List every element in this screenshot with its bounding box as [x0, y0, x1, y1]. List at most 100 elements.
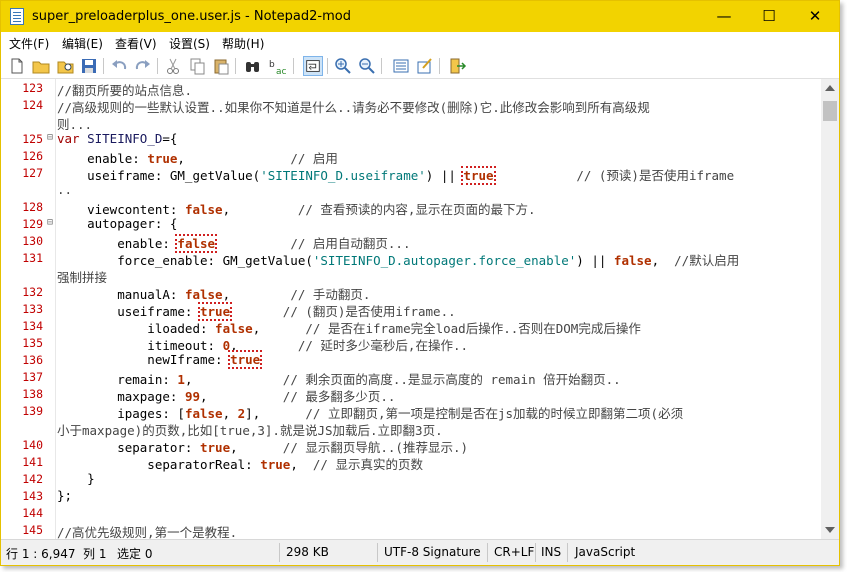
scrollbar-thumb[interactable] — [823, 101, 837, 121]
line-number: 139 — [22, 404, 43, 418]
code-line[interactable]: useiframe: GM_getValue('SITEINFO_D.useif… — [57, 165, 735, 185]
scroll-down-arrow-icon[interactable] — [825, 527, 835, 533]
code-line[interactable]: //高级规则的一些默认设置..如果你不知道是什么..请务必不要修改(删除)它.此… — [57, 97, 650, 116]
status-divider — [279, 543, 280, 562]
zoom-in-icon[interactable] — [333, 56, 353, 76]
minimize-button[interactable]: — — [701, 1, 747, 32]
code-token: } — [57, 471, 95, 486]
code-token: false — [613, 253, 652, 268]
code-token: ) || — [576, 253, 614, 268]
code-token: false — [184, 202, 223, 217]
customize-icon[interactable] — [415, 56, 435, 76]
open-folder-icon[interactable] — [31, 56, 51, 76]
code-token: , — [177, 151, 291, 166]
replace-icon[interactable]: bac — [267, 56, 287, 76]
code-token: , — [230, 440, 283, 455]
line-number: 127 — [22, 166, 43, 180]
status-divider — [535, 543, 536, 562]
status-column: 列 1 — [83, 547, 107, 561]
toolbar-divider — [293, 58, 294, 74]
line-number: 124 — [22, 98, 43, 112]
line-number: 141 — [22, 455, 43, 469]
close-button[interactable]: ✕ — [792, 1, 838, 32]
paste-icon[interactable] — [211, 56, 231, 76]
line-number: 123 — [22, 81, 43, 95]
code-token: // (预读)是否使用iframe — [576, 168, 735, 183]
undo-icon[interactable] — [109, 56, 129, 76]
scroll-up-arrow-icon[interactable] — [825, 85, 835, 91]
code-token: , — [222, 406, 238, 421]
menu-help[interactable]: 帮助(H) — [222, 35, 264, 52]
code-token: enable: — [57, 236, 178, 251]
highlighted-value: true — [197, 302, 233, 321]
code-token: ipages: [ — [57, 406, 185, 421]
code-token: 99 — [184, 389, 200, 404]
save-icon[interactable] — [79, 56, 99, 76]
code-line[interactable]: var SITEINFO_D={ — [57, 131, 177, 146]
fold-toggle-icon[interactable]: ⊟ — [47, 217, 56, 228]
cut-icon[interactable] — [163, 56, 183, 76]
scheme-icon[interactable] — [391, 56, 411, 76]
code-token: SITEINFO_D — [79, 131, 163, 146]
code-line[interactable]: }; — [57, 488, 72, 503]
line-number: 130 — [22, 234, 43, 248]
code-line[interactable]: } — [57, 471, 95, 486]
code-token: useiframe: GM_getValue( — [57, 168, 261, 183]
fold-toggle-icon[interactable]: ⊟ — [47, 132, 56, 143]
code-line[interactable]: .. — [57, 182, 72, 197]
code-token: , — [290, 457, 313, 472]
menu-settings[interactable]: 设置(S) — [169, 35, 210, 52]
word-wrap-icon[interactable] — [303, 56, 323, 76]
code-token: separatorReal: — [57, 457, 261, 472]
status-line-ending[interactable]: CR+LF — [494, 545, 534, 559]
copy-icon[interactable] — [187, 56, 207, 76]
status-insert-mode[interactable]: INS — [541, 545, 561, 559]
code-line[interactable]: autopager: { — [57, 216, 177, 231]
browse-icon[interactable] — [55, 56, 75, 76]
code-line[interactable]: force_enable: GM_getValue('SITEINFO_D.au… — [57, 250, 739, 269]
notepad-app-icon[interactable] — [10, 8, 24, 25]
maximize-button[interactable]: ☐ — [746, 1, 792, 32]
line-number-gutter: 123 124 125 ⊟ 126 127 128 129 ⊟ 130 131 132 133 134 13… — [1, 79, 56, 539]
line-number: 126 — [22, 149, 43, 163]
status-line-position: 行 1 : 6,947 — [6, 547, 76, 561]
code-token: }; — [57, 488, 73, 503]
code-token: 则... — [57, 117, 93, 132]
toolbar-divider — [439, 58, 440, 74]
exit-icon[interactable] — [447, 56, 467, 76]
code-token: 小于maxpage)的页数,比如[true,3].就是说JS加载后.立即翻3页. — [57, 423, 443, 438]
code-token: 0 — [222, 338, 231, 353]
code-token: 'SITEINFO_D.useiframe' — [260, 168, 426, 183]
code-line[interactable]: separatorReal: true, // 显示真实的页数 — [57, 454, 423, 473]
code-token: force_enable: GM_getValue( — [57, 253, 313, 268]
find-binoculars-icon[interactable] — [243, 56, 263, 76]
code-line[interactable]: //高优先级规则,第一个是教程. — [57, 522, 237, 539]
redo-icon[interactable] — [133, 56, 153, 76]
line-number: 131 — [22, 251, 43, 265]
status-lexer[interactable]: JavaScript — [575, 545, 635, 559]
code-token: // 启用自动翻页... — [290, 236, 411, 251]
title-bar[interactable]: super_preloaderplus_one.user.js - Notepa… — [1, 1, 839, 32]
line-number: 138 — [22, 387, 43, 401]
status-encoding[interactable]: UTF-8 Signature — [384, 545, 481, 559]
menu-file[interactable]: 文件(F) — [9, 35, 49, 52]
code-token: separator: — [57, 440, 200, 455]
new-file-icon[interactable] — [7, 56, 27, 76]
menu-edit[interactable]: 编辑(E) — [62, 35, 103, 52]
code-token: // 最多翻多少页.. — [282, 389, 396, 404]
status-bar: 行 1 : 6,947 列 1 选定 0 298 KB UTF-8 Signat… — [1, 539, 839, 565]
code-area[interactable]: //翻页所要的站点信息. //高级规则的一些默认设置..如果你不知道是什么..请务… — [57, 79, 819, 539]
menu-bar: 文件(F) 编辑(E) 查看(V) 设置(S) 帮助(H) — [1, 32, 839, 53]
status-selection: 选定 0 — [117, 547, 153, 561]
code-line[interactable]: newIframe: true — [57, 350, 263, 369]
menu-view[interactable]: 查看(V) — [115, 35, 157, 52]
line-number: 142 — [22, 472, 43, 486]
editor[interactable]: 123 124 125 ⊟ 126 127 128 129 ⊟ 130 131 132 133 134 13… — [1, 79, 821, 539]
vertical-scrollbar[interactable] — [821, 79, 839, 539]
zoom-out-icon[interactable] — [357, 56, 377, 76]
line-number: 137 — [22, 370, 43, 384]
code-token: false — [215, 321, 253, 336]
line-number: 143 — [22, 489, 43, 503]
code-token: maxpage: — [57, 389, 185, 404]
code-token: manualA: — [57, 287, 185, 302]
